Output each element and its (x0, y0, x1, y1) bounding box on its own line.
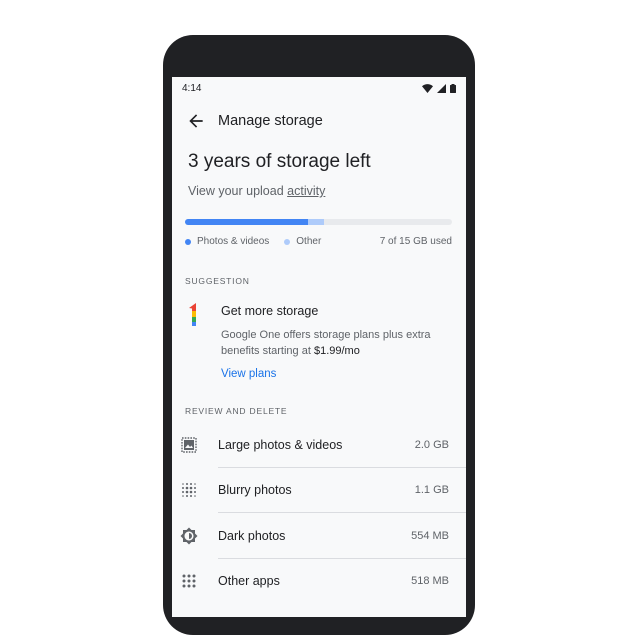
storage-usage-bar (185, 219, 452, 225)
suggestion-description: Google One offers storage plans plus ext… (221, 329, 431, 357)
signal-icon (437, 83, 446, 93)
google-one-icon (189, 303, 196, 326)
legend-other: Other (284, 236, 321, 247)
status-bar: 4:14 (172, 77, 466, 99)
review-item-size: 554 MB (411, 529, 449, 542)
review-item-label: Other apps (218, 574, 280, 589)
storage-legend: Photos & videos Other 7 of 15 GB used (185, 236, 452, 247)
app-bar: Manage storage (172, 99, 466, 143)
review-item-dark-photos[interactable]: Dark photos 554 MB (172, 513, 466, 559)
review-item-other-apps[interactable]: Other apps 518 MB (172, 559, 466, 605)
suggestion-title: Get more storage (221, 304, 319, 318)
dark-photo-icon (180, 527, 197, 545)
plan-price: $1.99/mo (313, 345, 360, 357)
review-item-label: Blurry photos (218, 483, 292, 498)
review-item-label: Large photos & videos (218, 437, 343, 452)
view-plans-link[interactable]: View plans (221, 368, 276, 380)
usage-bar-other (307, 219, 324, 225)
large-photo-icon (180, 437, 197, 453)
legend-dot-photos (185, 238, 191, 245)
phone-screen: 4:14 Manage storage 3 years of storage l… (172, 77, 466, 617)
review-item-size: 1.1 GB (414, 484, 449, 497)
apps-icon (182, 574, 195, 588)
review-section-label: REVIEW AND DELETE (185, 406, 288, 416)
wifi-icon (422, 83, 433, 93)
review-item-blurry-photos[interactable]: Blurry photos 1.1 GB (172, 468, 466, 513)
usage-bar-photos (185, 219, 308, 225)
suggestion-section-label: SUGGESTION (185, 276, 250, 286)
battery-icon (450, 83, 456, 93)
legend-photos: Photos & videos (185, 236, 269, 247)
storage-used-text: 7 of 15 GB used (379, 236, 452, 247)
review-list: Large photos & videos 2.0 GB Blurry phot… (172, 422, 466, 604)
review-item-size: 518 MB (411, 575, 449, 588)
upload-activity-text: View your upload activity (188, 184, 326, 198)
legend-dot-other (284, 238, 291, 245)
suggestion-card: Get more storage Google One offers stora… (172, 302, 466, 382)
review-item-label: Dark photos (218, 528, 286, 543)
arrow-back-icon[interactable] (186, 111, 206, 131)
status-time: 4:14 (182, 82, 202, 94)
storage-summary: 3 years of storage left View your upload… (172, 151, 466, 198)
storage-headline: 3 years of storage left (188, 151, 371, 172)
page-title: Manage storage (218, 113, 323, 129)
blurry-icon (181, 483, 196, 498)
activity-link[interactable]: activity (287, 184, 325, 198)
review-item-large-photos[interactable]: Large photos & videos 2.0 GB (172, 422, 466, 468)
review-item-size: 2.0 GB (414, 438, 449, 451)
